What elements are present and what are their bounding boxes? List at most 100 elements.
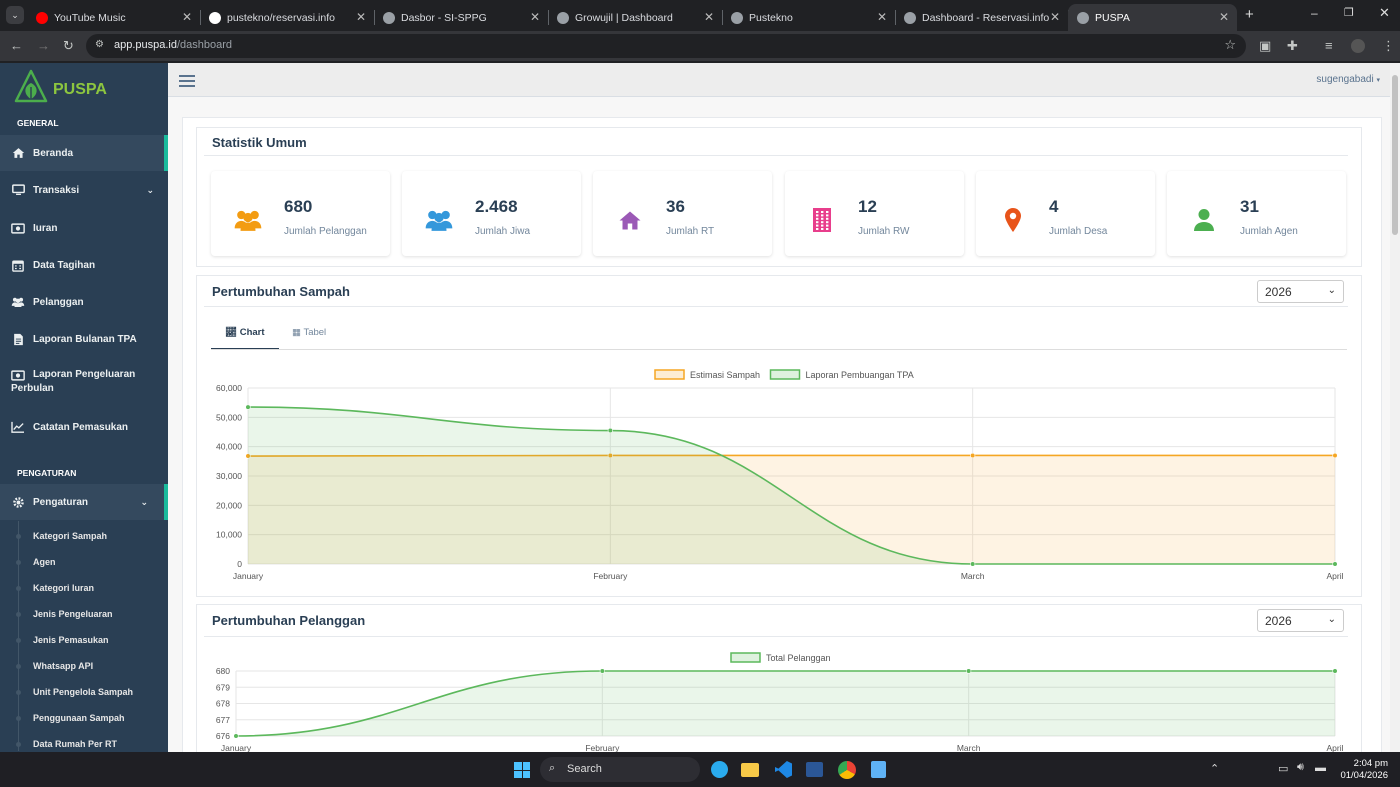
user-menu[interactable]: sugengabadi ▾	[1316, 74, 1380, 85]
data-point[interactable]	[1332, 668, 1338, 674]
browser-menu-icon[interactable]: ⋮	[1382, 38, 1395, 54]
sidebar-item-label: Transaksi	[33, 184, 80, 196]
close-window-button[interactable]: ✕	[1379, 5, 1390, 21]
stat-card-jumlah-rt: 36 Jumlah RT	[593, 171, 772, 256]
stat-value: 4	[1049, 197, 1059, 216]
legend-item[interactable]: Total Pelanggan	[730, 652, 831, 663]
sidebar-item-iuran[interactable]: Iuran	[0, 210, 168, 246]
vscode-icon[interactable]	[775, 761, 792, 778]
sidebar-item-pelanggan[interactable]: Pelanggan	[0, 284, 168, 320]
data-point[interactable]	[966, 668, 972, 674]
windows-start-icon[interactable]	[514, 762, 530, 778]
sidebar-item-laporan-pengeluaran-perbulan[interactable]: Laporan Pengeluaran Perbulan	[0, 359, 168, 407]
browser-tab[interactable]: Dashboard - Reservasi.info ✕	[895, 4, 1069, 31]
submenu-item[interactable]: Agen	[33, 557, 56, 567]
page-scrollbar[interactable]	[1390, 63, 1400, 752]
submenu-item[interactable]: Kategori Iuran	[33, 583, 94, 593]
submenu-bullet	[16, 586, 21, 591]
telegram-icon[interactable]	[711, 761, 728, 778]
tab-chart[interactable]: 📈︎ Chart	[211, 317, 279, 350]
back-icon[interactable]: ←	[10, 38, 23, 53]
tab-close-icon[interactable]: ✕	[1219, 10, 1229, 24]
browser-tab[interactable]: PUSPA ✕	[1068, 4, 1237, 31]
chart-line-icon: 📈︎	[225, 327, 238, 338]
pelanggan-year-value: 2026	[1265, 614, 1292, 628]
submenu-item[interactable]: Whatsapp API	[33, 661, 93, 671]
data-point[interactable]	[245, 404, 251, 410]
site-info-icon[interactable]: ⚙	[95, 39, 104, 50]
data-point[interactable]	[1332, 561, 1338, 567]
url-field[interactable]: ⚙ app.puspa.id/dashboard ☆	[86, 34, 1246, 58]
submenu-item[interactable]: Jenis Pengeluaran	[33, 609, 113, 619]
users-icon	[424, 205, 454, 235]
browser-tab[interactable]: Growujil | Dashboard ✕	[548, 4, 723, 31]
media-control-icon[interactable]: ≡	[1325, 38, 1333, 53]
bookmark-star-icon[interactable]: ☆	[1224, 37, 1236, 53]
submenu-item[interactable]: Data Rumah Per RT	[33, 739, 117, 749]
browser-tab-bar: ⌄ YouTube Music ✕ pustekno/reservasi.inf…	[0, 0, 1400, 31]
sampah-year-select[interactable]: 2026 ⌄	[1257, 280, 1344, 303]
tab-close-icon[interactable]: ✕	[1050, 10, 1060, 24]
extension-icon-1[interactable]: ▣	[1259, 38, 1271, 54]
tray-volume-icon[interactable]: 🔊︎	[1297, 761, 1304, 774]
minimize-button[interactable]: –	[1311, 6, 1318, 20]
sidebar-item-data-tagihan[interactable]: Data Tagihan	[0, 247, 168, 283]
tray-network-icon[interactable]: ▭	[1278, 762, 1288, 775]
browser-tab[interactable]: YouTube Music ✕	[27, 4, 201, 31]
data-point[interactable]	[233, 733, 239, 739]
sidebar-item-label: Pelanggan	[33, 296, 84, 308]
sidebar-item-laporan-bulanan-tpa[interactable]: Laporan Bulanan TPA	[0, 321, 168, 357]
data-point[interactable]	[970, 561, 976, 567]
data-point[interactable]	[1332, 452, 1338, 459]
table-icon: ▦	[292, 327, 301, 338]
data-point[interactable]	[970, 452, 976, 459]
submenu-item[interactable]: Jenis Pemasukan	[33, 635, 109, 645]
legend-item[interactable]: Laporan Pembuangan TPA	[769, 369, 914, 380]
file-explorer-icon[interactable]	[741, 763, 759, 777]
extensions-puzzle-icon[interactable]: ✚	[1287, 38, 1298, 54]
users-icon	[233, 205, 263, 235]
profile-avatar[interactable]	[1351, 39, 1365, 53]
forward-icon[interactable]: →	[37, 38, 50, 53]
submenu-item[interactable]: Unit Pengelola Sampah	[33, 687, 133, 697]
monitor-icon	[11, 183, 25, 197]
brand-logo[interactable]: PUSPA	[14, 69, 164, 109]
menu-toggle-icon[interactable]	[179, 75, 195, 87]
sidebar-item-label: Pengaturan	[33, 496, 89, 508]
sidebar-item-beranda[interactable]: Beranda	[0, 135, 168, 171]
chrome-icon[interactable]	[838, 761, 856, 779]
stat-card-jumlah-rw: 12 Jumlah RW	[785, 171, 964, 256]
legend-item[interactable]: Estimasi Sampah	[654, 369, 760, 380]
tab-search-button[interactable]: ⌄	[6, 6, 24, 24]
notepad-icon[interactable]	[871, 761, 886, 778]
tab-close-icon[interactable]: ✕	[530, 10, 540, 24]
submenu-item[interactable]: Kategori Sampah	[33, 531, 107, 541]
data-point[interactable]	[599, 668, 605, 674]
sidebar-item-catatan-pemasukan[interactable]: Catatan Pemasukan	[0, 409, 168, 445]
maximize-button[interactable]: ❐	[1344, 6, 1354, 19]
scrollbar-thumb[interactable]	[1392, 75, 1398, 235]
reload-icon[interactable]: ↻	[63, 38, 74, 54]
powershell-icon[interactable]	[806, 762, 823, 777]
data-point[interactable]	[607, 427, 613, 434]
tab-table[interactable]: ▦ Tabel	[292, 327, 326, 338]
new-tab-button[interactable]: +	[1245, 6, 1254, 23]
clock-time: 2:04 pm	[1353, 758, 1388, 769]
submenu-item[interactable]: Penggunaan Sampah	[33, 713, 125, 723]
taskbar-search[interactable]: ⌕ Search	[540, 757, 700, 782]
tab-close-icon[interactable]: ✕	[182, 10, 192, 24]
clock[interactable]: 2:04 pm 01/04/2026	[1336, 758, 1388, 782]
browser-tab[interactable]: Dasbor - SI-SPPG ✕	[374, 4, 549, 31]
x-tick-label: April	[1326, 571, 1343, 581]
tray-chevron-icon[interactable]: ⌃	[1210, 762, 1219, 775]
browser-tab[interactable]: Pustekno ✕	[722, 4, 896, 31]
tab-close-icon[interactable]: ✕	[877, 10, 887, 24]
sidebar-item-transaksi[interactable]: Transaksi ⌄	[0, 172, 168, 208]
file-icon	[11, 332, 25, 346]
tab-close-icon[interactable]: ✕	[704, 10, 714, 24]
tab-close-icon[interactable]: ✕	[356, 10, 366, 24]
pelanggan-year-select[interactable]: 2026 ⌄	[1257, 609, 1344, 632]
sidebar-item-pengaturan[interactable]: Pengaturan ⌄	[0, 484, 168, 520]
tray-battery-icon[interactable]: ▬	[1315, 762, 1326, 774]
browser-tab[interactable]: pustekno/reservasi.info ✕	[200, 4, 375, 31]
